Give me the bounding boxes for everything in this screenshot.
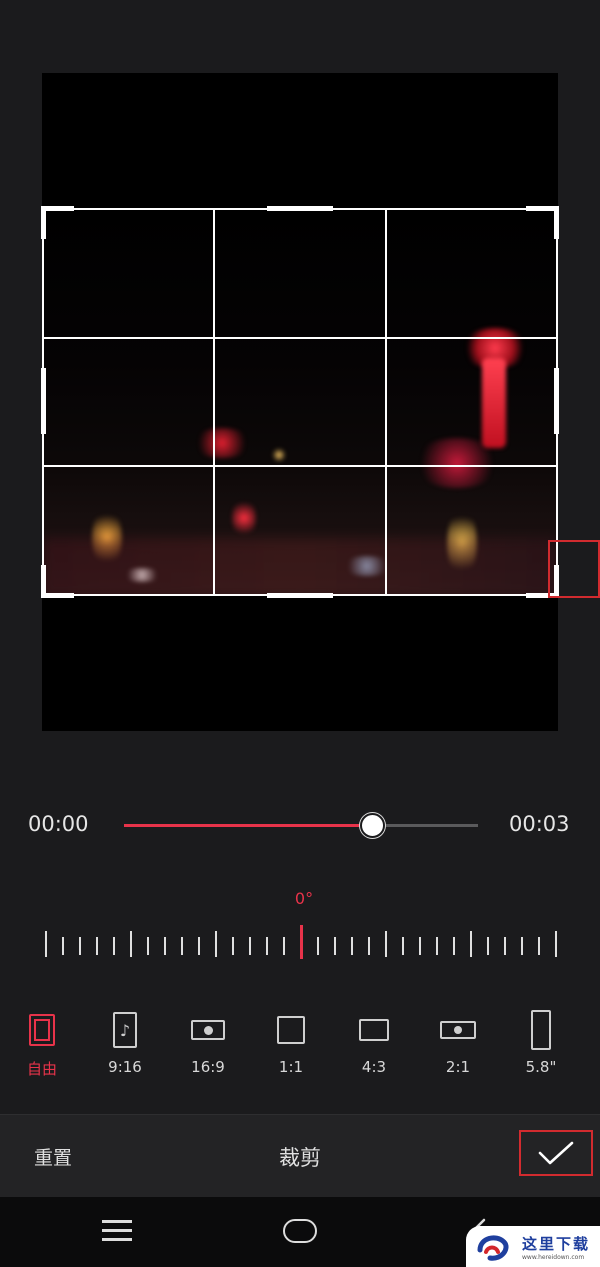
crop-title: 裁剪 xyxy=(279,1146,321,1170)
ruler-tick xyxy=(45,931,47,957)
ratio-label: 1:1 xyxy=(278,1058,304,1076)
crop-handle-top[interactable] xyxy=(267,206,333,211)
crop-grid-h1 xyxy=(42,337,558,339)
crop-handle-bottom[interactable] xyxy=(267,593,333,598)
timeline-thumb[interactable] xyxy=(359,813,385,838)
ruler-tick xyxy=(368,937,370,955)
ruler-tick xyxy=(402,937,404,955)
current-time: 00:00 xyxy=(28,812,89,836)
ruler-tick xyxy=(79,937,81,955)
ruler-tick xyxy=(164,937,166,955)
ruler-tick xyxy=(487,937,489,955)
ruler-tick xyxy=(232,937,234,955)
highlight-box-right-edge xyxy=(548,540,600,598)
home-icon[interactable] xyxy=(283,1219,317,1243)
crop-grid-v2 xyxy=(385,208,387,596)
ruler-tick xyxy=(198,937,200,955)
ratio-label: 5.8" xyxy=(525,1058,557,1076)
ruler-tick xyxy=(334,937,336,955)
crop-grid-h2 xyxy=(42,465,558,467)
video-16-9-icon xyxy=(178,1010,238,1050)
ratio-label: 4:3 xyxy=(361,1058,387,1076)
ruler-tick xyxy=(266,937,268,955)
ruler-tick xyxy=(130,931,132,957)
ruler-tick xyxy=(504,937,506,955)
checkmark-icon xyxy=(538,1141,574,1165)
ratio-1-1[interactable]: 1:1 xyxy=(261,1010,321,1076)
ruler-tick xyxy=(215,931,217,957)
square-1-1-icon xyxy=(261,1010,321,1050)
ratio-2-1[interactable]: 2:1 xyxy=(428,1010,488,1076)
crop-grid-v1 xyxy=(213,208,215,596)
phone-5-8-icon xyxy=(511,1010,571,1050)
ruler-tick xyxy=(283,937,285,955)
ratio-4-3[interactable]: 4:3 xyxy=(344,1010,404,1076)
ruler-tick xyxy=(470,931,472,957)
ruler-tick xyxy=(113,937,115,955)
ruler-tick xyxy=(317,937,319,955)
ruler-tick xyxy=(96,937,98,955)
ruler-tick xyxy=(538,937,540,955)
ruler-tick xyxy=(521,937,523,955)
timeline-progress xyxy=(124,824,372,827)
ratio-label: 2:1 xyxy=(445,1058,471,1076)
ruler-tick xyxy=(385,931,387,957)
ruler-tick xyxy=(147,937,149,955)
ratio-5-8[interactable]: 5.8" xyxy=(511,1010,571,1076)
ruler-tick xyxy=(436,937,438,955)
tiktok-9-16-icon: ♪ xyxy=(95,1010,155,1050)
watermark-url: www.hereidown.com xyxy=(522,1253,585,1261)
ratio-label: 9:16 xyxy=(108,1058,142,1076)
total-time: 00:03 xyxy=(509,812,570,836)
ruler-center-indicator xyxy=(300,925,303,959)
watermark-swirl-icon xyxy=(477,1234,509,1261)
ratio-9-16[interactable]: ♪ 9:16 xyxy=(95,1010,155,1076)
reset-button[interactable]: 重置 xyxy=(34,1143,72,1170)
ruler-tick xyxy=(249,937,251,955)
free-crop-icon xyxy=(12,1010,72,1050)
ratio-free[interactable]: 自由 xyxy=(12,1010,72,1079)
rect-4-3-icon xyxy=(344,1010,404,1050)
ratio-16-9[interactable]: 16:9 xyxy=(178,1010,238,1076)
rotation-angle-label: 0° xyxy=(294,889,314,908)
watermark-logo: 这里下载 www.hereidown.com xyxy=(466,1226,600,1267)
watermark-text: 这里下载 xyxy=(522,1234,591,1253)
ruler-tick xyxy=(555,931,557,957)
ratio-label: 16:9 xyxy=(191,1058,225,1076)
ruler-tick xyxy=(351,937,353,955)
rotation-ruler[interactable] xyxy=(40,925,564,963)
ruler-tick xyxy=(453,937,455,955)
crop-handle-left[interactable] xyxy=(41,368,46,434)
video-frame xyxy=(42,208,558,596)
ruler-tick xyxy=(419,937,421,955)
video-2-1-icon xyxy=(428,1010,488,1050)
menu-icon[interactable] xyxy=(102,1220,132,1242)
ruler-tick xyxy=(62,937,64,955)
crop-handle-right[interactable] xyxy=(554,368,559,434)
ruler-tick xyxy=(181,937,183,955)
confirm-button[interactable] xyxy=(519,1130,593,1176)
ratio-label: 自由 xyxy=(26,1060,57,1078)
